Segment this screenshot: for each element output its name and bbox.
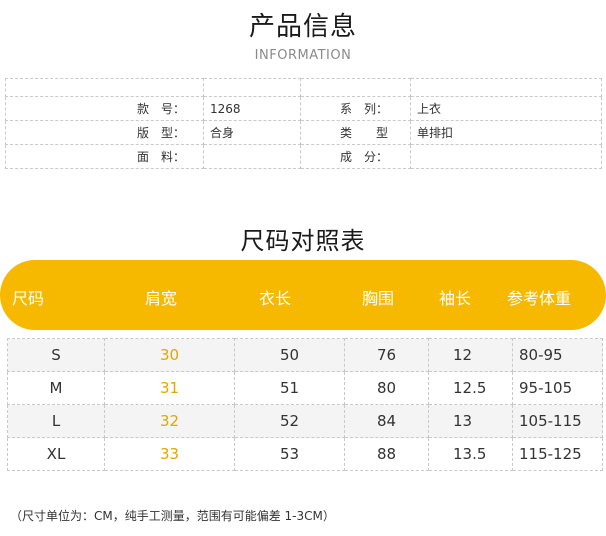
cell-length: 50 [234,338,345,372]
info-value [203,144,301,169]
measurement-note: （尺寸单位为：CM，纯手工测量，范围有可能偏差 1-3CM） [10,509,335,523]
cell-size: L [7,404,105,438]
info-label: 款 号： [5,96,204,121]
info-value: 单排扣 [410,120,602,145]
info-cell-blank [5,78,204,97]
table-row: XL 33 53 88 13.5 115-125 [7,437,603,471]
info-row: 版 型： 合身 类 型 单排扣 [5,120,602,145]
table-row: L 32 52 84 13 105-115 [7,404,603,438]
info-label: 版 型： [5,120,204,145]
cell-size: XL [7,437,105,471]
cell-sleeve: 12.5 [428,371,513,405]
info-value: 合身 [203,120,301,145]
cell-sleeve: 12 [428,338,513,372]
cell-shoulder: 30 [104,338,235,372]
cell-shoulder: 31 [104,371,235,405]
cell-chest: 80 [344,371,429,405]
cell-size: M [7,371,105,405]
header-length: 衣长 [259,289,292,308]
cell-size: S [7,338,105,372]
header-chest: 胸围 [362,289,395,308]
info-cell-blank [300,78,411,97]
info-label: 面 料： [5,144,204,169]
info-cell-blank [410,78,602,97]
cell-length: 52 [234,404,345,438]
info-row: 面 料： 成 分： [5,144,602,169]
product-info-table: 款 号： 1268 系 列： 上衣 版 型： 合身 类 型 单排扣 面 料： 成… [5,78,602,169]
size-chart-header: 尺码 肩宽 衣长 胸围 袖长 参考体重 [0,260,606,330]
header-sleeve: 袖长 [439,289,472,308]
table-row: M 31 51 80 12.5 95-105 [7,371,603,405]
info-label: 成 分： [300,144,411,169]
info-value: 上衣 [410,96,602,121]
info-label: 类 型 [300,120,411,145]
cell-shoulder: 32 [104,404,235,438]
info-row: 款 号： 1268 系 列： 上衣 [5,96,602,121]
header-weight: 参考体重 [507,289,572,308]
header-size: 尺码 [12,289,45,308]
header-shoulder: 肩宽 [145,289,178,308]
cell-chest: 88 [344,437,429,471]
product-info-title: 产品信息 [248,12,357,42]
cell-sleeve: 13 [428,404,513,438]
size-chart-title: 尺码对照表 [240,227,366,255]
cell-sleeve: 13.5 [428,437,513,471]
info-label: 系 列： [300,96,411,121]
cell-weight: 80-95 [512,338,603,372]
cell-chest: 84 [344,404,429,438]
cell-weight: 105-115 [512,404,603,438]
cell-length: 53 [234,437,345,471]
cell-weight: 115-125 [512,437,603,471]
size-chart-table: S 30 50 76 12 80-95 M 31 51 80 12.5 95-1… [7,338,603,471]
info-value: 1268 [203,96,301,121]
info-row-blank [5,78,602,97]
table-row: S 30 50 76 12 80-95 [7,338,603,372]
cell-shoulder: 33 [104,437,235,471]
cell-weight: 95-105 [512,371,603,405]
info-cell-blank [203,78,301,97]
info-value [410,144,602,169]
cell-chest: 76 [344,338,429,372]
cell-length: 51 [234,371,345,405]
product-info-subtitle: INFORMATION [254,48,352,63]
